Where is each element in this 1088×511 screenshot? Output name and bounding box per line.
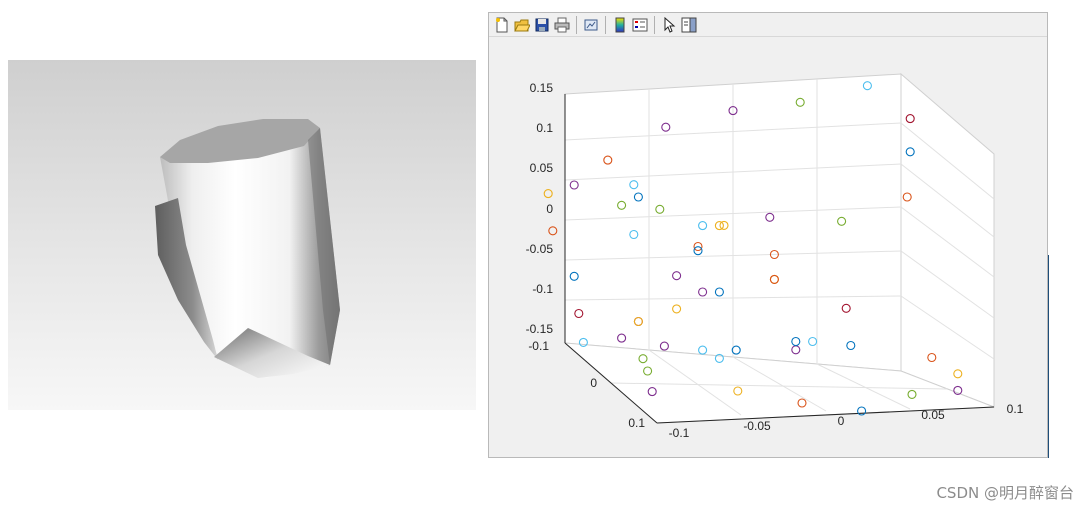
axes-side-wall <box>900 72 995 408</box>
y-tick-label: 0 <box>590 376 597 390</box>
z-tick-label: -0.15 <box>526 322 554 336</box>
figure-toolbar <box>489 13 1047 37</box>
x-tick-label: 0 <box>838 414 845 428</box>
y-tick-label: -0.1 <box>528 339 549 353</box>
print-icon[interactable] <box>552 15 572 35</box>
scatter-point <box>548 226 558 236</box>
x-tick-label: -0.05 <box>743 419 771 433</box>
link-plot-icon[interactable] <box>581 15 601 35</box>
property-editor-icon[interactable] <box>679 15 699 35</box>
toolbar-separator <box>605 15 606 34</box>
z-tick-label: 0 <box>546 202 553 216</box>
legend-icon[interactable] <box>630 15 650 35</box>
open-file-icon[interactable] <box>512 15 532 35</box>
x-tick-label: -0.1 <box>669 426 690 440</box>
z-tick-label: 0.05 <box>530 161 554 175</box>
figure-window: 0.15 0.1 0.05 0 -0.05 -0.1 -0.15 -0.1 0 … <box>488 12 1048 458</box>
z-tick-label: -0.05 <box>526 242 554 256</box>
scatter-point <box>543 189 553 199</box>
save-icon[interactable] <box>532 15 552 35</box>
watermark-text: CSDN @明月醉窗台 <box>936 484 1074 502</box>
x-tick-label: 0.05 <box>921 408 945 422</box>
new-figure-icon[interactable] <box>492 15 512 35</box>
z-tick-label: 0.1 <box>536 121 553 135</box>
colorbar-icon[interactable] <box>610 15 630 35</box>
toolbar-separator <box>654 15 655 34</box>
plot-area[interactable]: 0.15 0.1 0.05 0 -0.05 -0.1 -0.15 -0.1 0 … <box>489 37 1047 457</box>
x-tick-label: 0.1 <box>1007 402 1024 416</box>
z-tick-label: -0.1 <box>532 282 553 296</box>
y-tick-label: 0.1 <box>628 416 645 430</box>
pointer-icon[interactable] <box>659 15 679 35</box>
render-panel <box>8 60 476 410</box>
toolbar-separator <box>576 15 577 34</box>
z-tick-label: 0.15 <box>530 81 554 95</box>
cylinder-render <box>155 119 340 378</box>
